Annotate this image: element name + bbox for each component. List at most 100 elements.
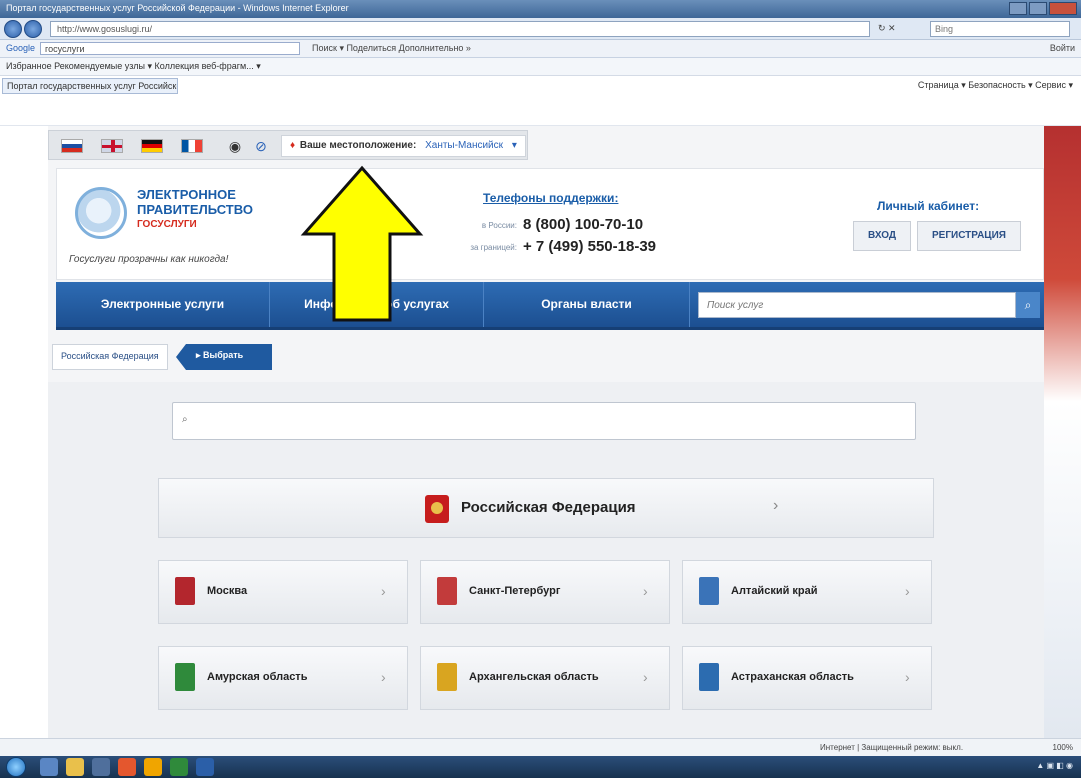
browser-search-field[interactable]: Bing bbox=[930, 21, 1070, 37]
address-bar[interactable]: http://www.gosuslugi.ru/ bbox=[50, 21, 870, 37]
location-selector[interactable]: ♦ Ваше местоположение: Ханты-Мансийск ▾ bbox=[281, 135, 526, 157]
address-row: http://www.gosuslugi.ru/ ↻ ✕ Bing bbox=[0, 18, 1081, 40]
service-search-input[interactable] bbox=[698, 292, 1016, 318]
folder-taskbar-icon[interactable] bbox=[144, 758, 162, 776]
region-emblem-icon bbox=[175, 663, 195, 691]
chevron-right-icon: › bbox=[643, 583, 648, 599]
breadcrumb-home[interactable]: Российская Федерация bbox=[52, 344, 168, 370]
region-picker: ⌕ Российская Федерация › Москва › Санкт-… bbox=[48, 382, 1044, 738]
nav-electronic-services[interactable]: Электронные услуги bbox=[56, 282, 270, 327]
highlight-arrow-icon bbox=[300, 165, 424, 322]
logo-subtitle: ГОСУСЛУГИ bbox=[137, 219, 197, 230]
google-search-input[interactable]: госуслуги bbox=[40, 42, 300, 55]
russia-emblem-icon bbox=[425, 495, 449, 523]
gosuslugi-page: ◉ ⊘ ♦ Ваше местоположение: Ханты-Мансийс… bbox=[48, 126, 1044, 738]
region-emblem-icon bbox=[437, 663, 457, 691]
chevron-right-icon: › bbox=[381, 669, 386, 685]
browser-titlebar: Портал государственных услуг Российской … bbox=[0, 0, 1081, 18]
ie-taskbar-icon[interactable] bbox=[40, 758, 58, 776]
region-card[interactable]: Архангельская область › bbox=[420, 646, 670, 710]
chrome-taskbar-icon[interactable] bbox=[118, 758, 136, 776]
refresh-stop-icons[interactable]: ↻ ✕ bbox=[878, 23, 896, 34]
register-button[interactable]: РЕГИСТРАЦИЯ bbox=[917, 221, 1021, 251]
logo-line2: ПРАВИТЕЛЬСТВО bbox=[137, 202, 253, 217]
logo-title[interactable]: ЭЛЕКТРОННОЕ ПРАВИТЕЛЬСТВО bbox=[137, 187, 253, 217]
media-taskbar-icon[interactable] bbox=[92, 758, 110, 776]
location-label: Ваше местоположение: bbox=[299, 140, 417, 151]
phone-abroad: + 7 (499) 550-18-39 bbox=[523, 238, 657, 255]
country-card[interactable]: Российская Федерация › bbox=[158, 478, 934, 538]
region-name: Амурская область bbox=[207, 671, 308, 683]
phone-ru: 8 (800) 100-70-10 bbox=[523, 216, 644, 233]
start-button-icon[interactable] bbox=[6, 757, 26, 777]
flag-ru-icon[interactable] bbox=[61, 139, 83, 153]
favorites-bar[interactable]: Избранное Рекомендуемые узлы ▾ Коллекция… bbox=[0, 58, 1081, 76]
phone-ru-label: в России: bbox=[481, 221, 517, 230]
region-emblem-icon bbox=[175, 577, 195, 605]
forward-icon[interactable] bbox=[24, 20, 42, 38]
back-icon[interactable] bbox=[4, 20, 22, 38]
google-toolbar-buttons[interactable]: Поиск ▾ Поделиться Дополнительно » bbox=[312, 43, 471, 54]
region-card[interactable]: Санкт-Петербург › bbox=[420, 560, 670, 624]
explorer-taskbar-icon[interactable] bbox=[66, 758, 84, 776]
minimize-icon[interactable] bbox=[1009, 2, 1027, 15]
chevron-right-icon: › bbox=[381, 583, 386, 599]
flag-fr-icon[interactable] bbox=[181, 139, 203, 153]
tab-row: Портал государственных услуг Российской … bbox=[0, 76, 1081, 126]
google-toolbar: Google госуслуги Поиск ▾ Поделиться Допо… bbox=[0, 40, 1081, 58]
region-card[interactable]: Амурская область › bbox=[158, 646, 408, 710]
close-icon[interactable] bbox=[1049, 2, 1077, 15]
search-icon[interactable]: ⌕ bbox=[1016, 292, 1040, 318]
decorative-swoosh bbox=[1044, 126, 1081, 738]
site-header: ЭЛЕКТРОННОЕ ПРАВИТЕЛЬСТВО ГОСУСЛУГИ Госу… bbox=[56, 168, 1044, 280]
flag-de-icon[interactable] bbox=[141, 139, 163, 153]
region-name: Астраханская область bbox=[731, 671, 854, 683]
accessibility-icon[interactable]: ◉ bbox=[227, 138, 243, 154]
chevron-right-icon: › bbox=[905, 583, 910, 599]
google-signin-link[interactable]: Войти bbox=[1050, 43, 1075, 53]
compass-icon[interactable]: ⊘ bbox=[253, 138, 269, 154]
region-name: Санкт-Петербург bbox=[469, 585, 561, 597]
breadcrumb-select-button[interactable]: ▸ Выбрать bbox=[176, 344, 272, 370]
region-emblem-icon bbox=[437, 577, 457, 605]
system-tray: ▲ ▣ ◧ ◉ bbox=[1036, 761, 1073, 770]
region-name: Алтайский край bbox=[731, 585, 818, 597]
location-city[interactable]: Ханты-Мансийск bbox=[425, 140, 503, 151]
browser-statusbar: Интернет | Защищенный режим: выкл. 100% bbox=[0, 738, 1081, 756]
zoom-level[interactable]: 100% bbox=[1053, 743, 1073, 752]
support-title[interactable]: Телефоны поддержки: bbox=[483, 191, 618, 205]
chevron-down-icon[interactable]: ▾ bbox=[512, 140, 517, 151]
search-icon: ⌕ bbox=[182, 414, 188, 425]
chevron-right-icon: › bbox=[773, 497, 779, 514]
windows-taskbar: ▲ ▣ ◧ ◉ bbox=[0, 756, 1081, 778]
chevron-right-icon: › bbox=[643, 669, 648, 685]
excel-taskbar-icon[interactable] bbox=[170, 758, 188, 776]
security-zone: Интернет | Защищенный режим: выкл. bbox=[820, 743, 964, 752]
region-search-input[interactable] bbox=[172, 402, 916, 440]
phone-abroad-label: за границей: bbox=[470, 243, 517, 252]
flag-uk-icon[interactable] bbox=[101, 139, 123, 153]
region-emblem-icon bbox=[699, 663, 719, 691]
region-card[interactable]: Астраханская область › bbox=[682, 646, 932, 710]
browser-title: Портал государственных услуг Российской … bbox=[6, 3, 349, 13]
maximize-icon[interactable] bbox=[1029, 2, 1047, 15]
country-name: Российская Федерация bbox=[461, 499, 636, 516]
logo-emblem-icon[interactable] bbox=[75, 187, 127, 239]
location-pin-icon: ♦ bbox=[290, 140, 296, 151]
login-button[interactable]: ВХОД bbox=[853, 221, 911, 251]
language-bar: ◉ ⊘ ♦ Ваше местоположение: Ханты-Мансийс… bbox=[48, 130, 528, 160]
main-navigation: Электронные услуги Информация об услугах… bbox=[56, 282, 1044, 330]
command-bar[interactable]: Страница ▾ Безопасность ▾ Сервис ▾ bbox=[918, 80, 1073, 91]
region-name: Архангельская область bbox=[469, 671, 599, 683]
region-name: Москва bbox=[207, 585, 248, 597]
region-card[interactable]: Алтайский край › bbox=[682, 560, 932, 624]
word-taskbar-icon[interactable] bbox=[196, 758, 214, 776]
nav-authorities[interactable]: Органы власти bbox=[484, 282, 690, 327]
window-controls bbox=[1009, 2, 1077, 15]
chevron-right-icon: › bbox=[905, 669, 910, 685]
region-card[interactable]: Москва › bbox=[158, 560, 408, 624]
slogan: Госуслуги прозрачны как никогда! bbox=[69, 254, 229, 265]
logo-line1: ЭЛЕКТРОННОЕ bbox=[137, 187, 236, 202]
browser-tab-active[interactable]: Портал государственных услуг Российской … bbox=[2, 78, 178, 94]
cabinet-title: Личный кабинет: bbox=[877, 199, 980, 213]
